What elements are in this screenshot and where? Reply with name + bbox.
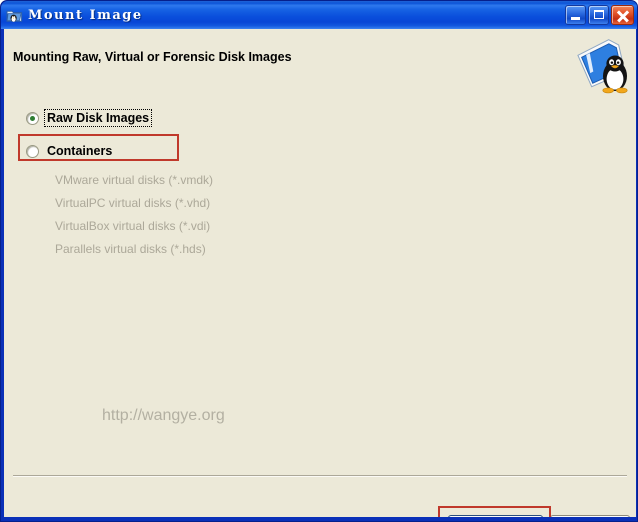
minimize-button[interactable]: [565, 5, 586, 25]
page-title: Mounting Raw, Virtual or Forensic Disk I…: [13, 50, 292, 64]
minimize-icon: [571, 17, 580, 20]
window-caption-buttons: [565, 5, 637, 25]
watermark-text: http://wangye.org: [102, 407, 225, 424]
container-format-vdi: VirtualBox virtual disks (*.vdi): [55, 219, 211, 233]
cancel-button[interactable]: Cancel: [550, 515, 630, 517]
container-format-vhd: VirtualPC virtual disks (*.vhd): [55, 196, 211, 210]
mount-image-app-icon: [6, 7, 23, 24]
radio-raw-disk-images-label: Raw Disk Images: [43, 109, 153, 127]
container-format-hds: Parallels virtual disks (*.hds): [55, 242, 206, 256]
maximize-icon: [594, 10, 604, 19]
tux-disk-image-icon: [571, 32, 636, 98]
radio-raw-disk-images[interactable]: Raw Disk Images: [26, 109, 153, 127]
window-title: Mount Image: [28, 7, 143, 23]
container-format-vmdk: VMware virtual disks (*.vmdk): [55, 173, 214, 187]
footer-separator: [13, 475, 627, 477]
radio-containers[interactable]: Containers: [26, 143, 114, 159]
radio-unselected-icon: [26, 144, 39, 158]
window-titlebar[interactable]: Mount Image: [1, 1, 637, 29]
dialog-client-area: Mounting Raw, Virtual or Forensic Disk I…: [4, 29, 636, 517]
maximize-button[interactable]: [588, 5, 609, 25]
next-button[interactable]: Next >: [448, 515, 543, 517]
radio-containers-label: Containers: [47, 144, 113, 158]
close-button[interactable]: [611, 5, 634, 25]
radio-selected-icon: [26, 111, 39, 125]
mount-image-window: Mount Image Mounting Raw, Virtual or For…: [0, 0, 638, 522]
